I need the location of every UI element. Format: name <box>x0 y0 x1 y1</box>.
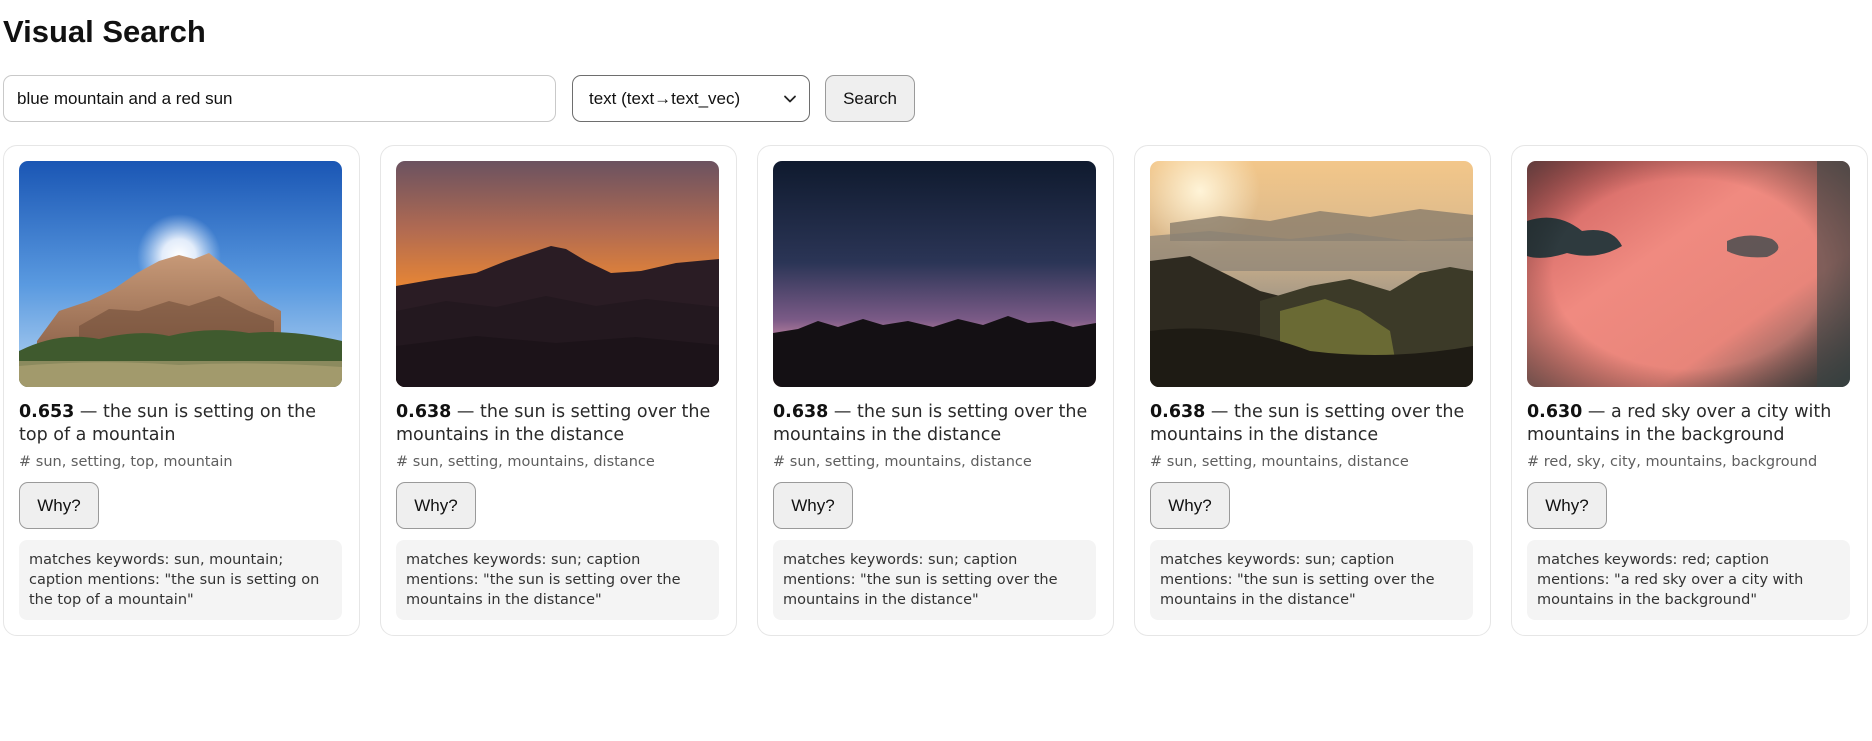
result-caption: 0.653 — the sun is setting on the top of… <box>19 401 344 447</box>
search-button[interactable]: Search <box>825 75 915 122</box>
result-caption: 0.638 — the sun is setting over the moun… <box>1150 401 1475 447</box>
result-explanation: matches keywords: sun, mountain; caption… <box>19 540 342 620</box>
result-score: 0.638 <box>773 402 829 422</box>
why-button[interactable]: Why? <box>1150 482 1230 529</box>
result-card: 0.638 — the sun is setting over the moun… <box>1134 145 1491 636</box>
result-tags: # sun, setting, top, mountain <box>19 454 233 470</box>
result-image[interactable] <box>1150 161 1473 387</box>
result-caption: 0.638 — the sun is setting over the moun… <box>773 401 1098 447</box>
result-image[interactable] <box>1527 161 1850 387</box>
result-tags: # sun, setting, mountains, distance <box>1150 454 1409 470</box>
search-bar: text (text→text_vec) Search <box>3 75 915 122</box>
chevron-down-icon <box>784 95 796 102</box>
results-grid: 0.653 — the sun is setting on the top of… <box>3 145 1868 636</box>
result-caption: 0.638 — the sun is setting over the moun… <box>396 401 721 447</box>
result-explanation: matches keywords: sun; caption mentions:… <box>773 540 1096 620</box>
search-input[interactable] <box>3 75 556 122</box>
result-image[interactable] <box>773 161 1096 387</box>
search-mode-select[interactable]: text (text→text_vec) <box>572 75 810 122</box>
result-tags: # sun, setting, mountains, distance <box>773 454 1032 470</box>
result-tags: # sun, setting, mountains, distance <box>396 454 655 470</box>
why-button[interactable]: Why? <box>773 482 853 529</box>
result-score: 0.638 <box>1150 402 1206 422</box>
result-explanation: matches keywords: sun; caption mentions:… <box>1150 540 1473 620</box>
result-card: 0.653 — the sun is setting on the top of… <box>3 145 360 636</box>
result-explanation: matches keywords: sun; caption mentions:… <box>396 540 719 620</box>
result-card: 0.638 — the sun is setting over the moun… <box>380 145 737 636</box>
result-caption: 0.630 — a red sky over a city with mount… <box>1527 401 1852 447</box>
result-score: 0.653 <box>19 402 75 422</box>
result-card: 0.638 — the sun is setting over the moun… <box>757 145 1114 636</box>
why-button[interactable]: Why? <box>1527 482 1607 529</box>
why-button[interactable]: Why? <box>19 482 99 529</box>
result-score: 0.638 <box>396 402 452 422</box>
result-tags: # red, sky, city, mountains, background <box>1527 454 1818 470</box>
result-score: 0.630 <box>1527 402 1583 422</box>
result-image[interactable] <box>396 161 719 387</box>
page-title: Visual Search <box>3 14 206 49</box>
result-image[interactable] <box>19 161 342 387</box>
result-explanation: matches keywords: red; caption mentions:… <box>1527 540 1850 620</box>
visual-search-page: Visual Search text (text→text_vec) Searc… <box>0 0 1872 741</box>
search-mode-selected-value: text (text→text_vec) <box>589 88 741 108</box>
why-button[interactable]: Why? <box>396 482 476 529</box>
result-card: 0.630 — a red sky over a city with mount… <box>1511 145 1868 636</box>
